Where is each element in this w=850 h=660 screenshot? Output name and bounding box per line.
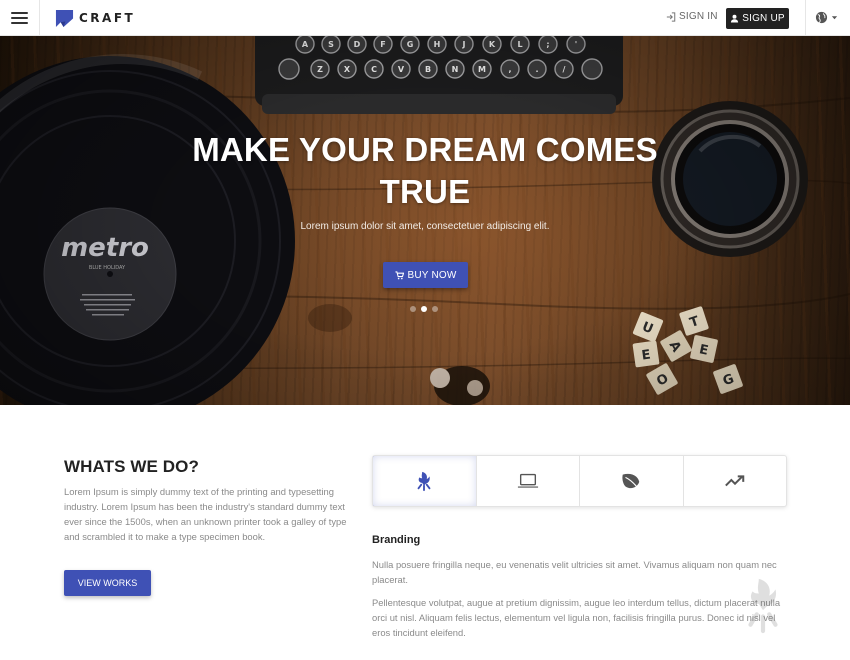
carousel-dot-3[interactable]	[432, 306, 438, 312]
service-title: Branding	[372, 534, 421, 546]
cart-icon	[394, 270, 404, 279]
hero-title: MAKE YOUR DREAM COMES TRUE	[192, 131, 658, 210]
brand-logo[interactable]: CRAFT	[55, 8, 135, 28]
menu-icon[interactable]	[0, 0, 40, 36]
craft-logo-icon	[55, 9, 74, 27]
section-title: WHATS WE DO?	[64, 457, 199, 476]
branding-icon	[417, 471, 431, 492]
laptop-icon	[517, 473, 538, 488]
service-paragraph-2: Pellentesque volutpat, augue at pretium …	[372, 597, 781, 638]
tab-branding[interactable]	[373, 456, 477, 506]
buy-now-button[interactable]: BUY NOW	[383, 262, 468, 288]
tab-eco[interactable]	[580, 456, 684, 506]
top-navbar: CRAFT SIGN IN SIGN UP	[0, 0, 850, 36]
service-paragraph-1: Nulla posuere fringilla neque, eu venena…	[372, 559, 777, 585]
services-tabs	[372, 455, 787, 507]
hero-banner: ASD FGH JKL ;' ZXC VBN M,. / metro BLUE …	[0, 36, 850, 405]
leaf-icon	[622, 473, 640, 489]
branding-watermark-icon	[748, 578, 778, 634]
language-selector[interactable]	[815, 11, 838, 24]
carousel-indicators	[410, 306, 438, 312]
caret-down-icon	[831, 16, 838, 20]
carousel-dot-1[interactable]	[410, 306, 416, 312]
carousel-dot-2[interactable]	[421, 306, 427, 312]
signup-button[interactable]: SIGN UP	[726, 8, 789, 29]
view-works-button[interactable]: VIEW WORKS	[64, 570, 151, 596]
hero-subtitle: Lorem ipsum dolor sit amet, consectetuer…	[300, 221, 550, 232]
signin-link[interactable]: SIGN IN	[666, 11, 718, 22]
header-divider	[805, 0, 806, 36]
logo-text: CRAFT	[79, 11, 136, 25]
buy-now-label: BUY NOW	[407, 269, 457, 281]
globe-icon	[815, 11, 828, 24]
trending-up-icon	[724, 475, 745, 487]
section-description: Lorem Ipsum is simply dummy text of the …	[64, 486, 347, 542]
signup-label: SIGN UP	[742, 13, 785, 24]
tab-marketing[interactable]	[684, 456, 787, 506]
signin-label: SIGN IN	[679, 11, 718, 22]
login-icon	[666, 11, 676, 22]
tab-web-design[interactable]	[477, 456, 580, 506]
user-icon	[731, 14, 739, 23]
